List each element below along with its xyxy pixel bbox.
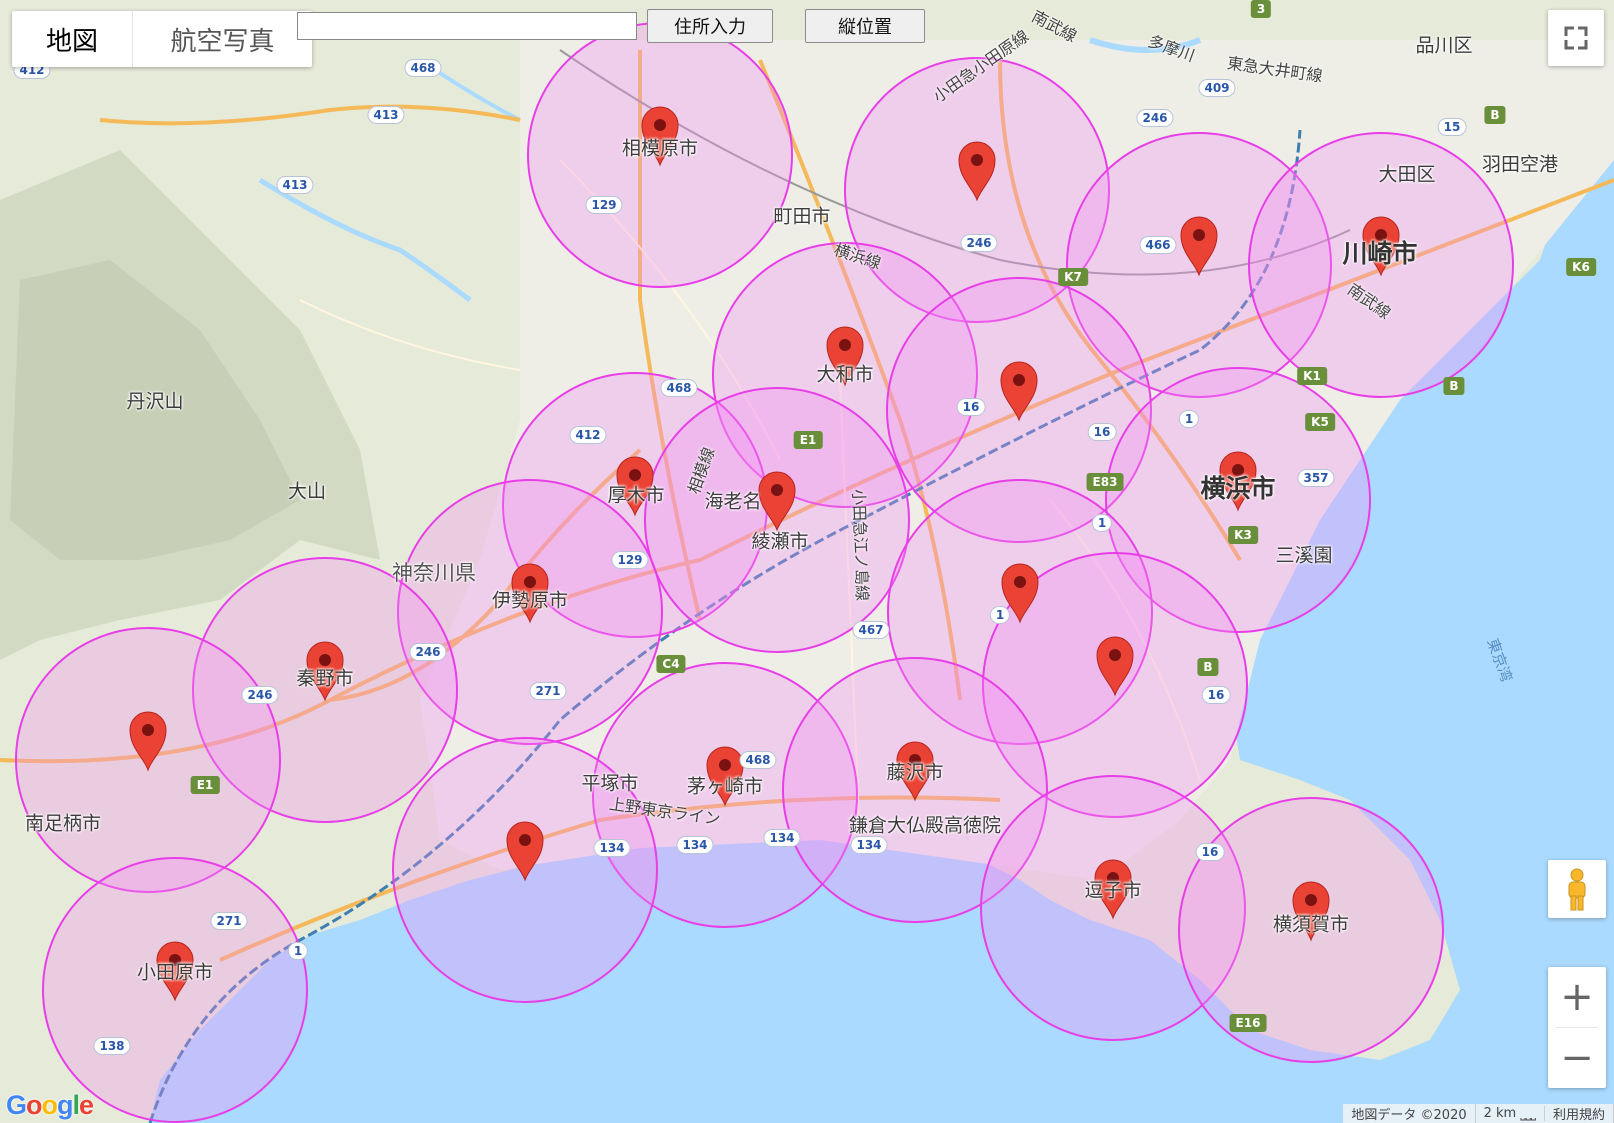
place-label: 丹沢山 [126,390,184,413]
place-label: 川崎市 [1342,239,1418,268]
road-shield: C4 [656,655,686,673]
road-shield: 1 [1091,514,1113,532]
road-shield: K1 [1297,367,1327,385]
map-canvas[interactable] [0,0,1614,1123]
road-shield: B [1484,106,1506,124]
road-shield: E1 [793,431,823,449]
address-input-button[interactable]: 住所入力 [647,9,773,43]
road-shield: 134 [850,836,888,854]
place-label: 茅ヶ崎市 [686,775,764,798]
road-shield: 467 [852,621,890,639]
pegman-icon [1568,868,1586,911]
road-shield: K5 [1305,413,1335,431]
fullscreen-icon [1564,26,1588,50]
place-label: 海老名 [704,490,762,513]
place-label: 大田区 [1378,163,1436,186]
railway-label: 小田急江ノ島線 [849,488,872,602]
road-shield: K7 [1058,268,1088,286]
road-shield: 1 [1178,410,1200,428]
road-shield: K6 [1566,258,1596,276]
place-label: 相模原市 [621,137,699,160]
road-shield: 246 [241,686,279,704]
road-shield: 412 [569,426,607,444]
road-shield: 16 [1201,686,1231,704]
road-shield: E1 [190,776,220,794]
road-shield: 15 [1437,118,1467,136]
place-label: 南足柄市 [24,812,102,835]
place-label: 大山 [287,480,327,503]
road-shield: 466 [1139,236,1177,254]
road-shield: K3 [1228,526,1258,544]
place-label: 綾瀬市 [751,530,809,553]
place-label: 町田市 [773,205,831,228]
place-label: 横須賀市 [1272,913,1350,936]
google-logo: Google [6,1090,94,1120]
place-label: 鎌倉大仏殿高徳院 [848,814,1002,837]
satellite-button[interactable]: 航空写真 [133,11,312,67]
road-shield: 468 [660,379,698,397]
terms-link[interactable]: 利用規約 [1545,1104,1614,1123]
road-shield: 134 [593,839,631,857]
road-shield: E16 [1229,1014,1267,1032]
road-shield: 1 [287,942,309,960]
road-shield: 246 [409,643,447,661]
road-shield: 357 [1297,469,1335,487]
map-data-credit: 地図データ ©2020 [1343,1104,1476,1123]
place-label: 逗子市 [1084,879,1142,902]
road-shield: B [1197,658,1219,676]
address-input[interactable] [297,12,637,40]
road-shield: 468 [739,751,777,769]
road-shield: 134 [676,836,714,854]
place-label: 羽田空港 [1481,153,1559,176]
road-shield: 129 [611,551,649,569]
place-label: 伊勢原市 [491,589,569,612]
road-shield: 271 [210,912,248,930]
road-shield: 468 [404,59,442,77]
road-shield: 246 [960,234,998,252]
road-shield: 246 [1136,109,1174,127]
place-label: 秦野市 [296,667,354,690]
zoom-out-button[interactable]: − [1548,1028,1606,1088]
road-shield: 413 [367,106,405,124]
road-shield: 1 [989,606,1011,624]
place-label: 横浜市 [1200,474,1276,503]
place-label: 小田原市 [136,961,214,984]
place-label: 厚木市 [607,484,665,507]
place-label: 三溪園 [1275,544,1333,567]
road-shield: 271 [529,682,567,700]
map-type-control: 地図 航空写真 [12,11,312,67]
road-shield: 16 [1195,843,1225,861]
place-label: 藤沢市 [886,761,944,784]
road-shield: 129 [585,196,623,214]
street-view-pegman[interactable] [1548,860,1606,918]
road-shield: 3 [1250,0,1272,18]
zoom-in-button[interactable]: + [1548,967,1606,1027]
place-label: 神奈川県 [392,561,476,585]
road-shield: 138 [93,1037,131,1055]
place-label: 品川区 [1415,34,1473,57]
vertical-layout-button[interactable]: 縦位置 [805,9,925,43]
road-shield: B [1443,377,1465,395]
road-shield: 134 [763,829,801,847]
zoom-control: + − [1548,967,1606,1088]
fullscreen-button[interactable] [1548,10,1604,66]
road-shield: 16 [1087,423,1117,441]
road-shield: E83 [1086,473,1124,491]
road-shield: 409 [1198,79,1236,97]
place-label: 大和市 [816,363,874,386]
attribution-bar: 地図データ ©2020 2 km ⎵⎵⎵ 利用規約 [1343,1104,1614,1123]
scale-label[interactable]: 2 km ⎵⎵⎵ [1476,1106,1545,1121]
road-shield: 413 [276,176,314,194]
road-shield: 16 [956,398,986,416]
map-button[interactable]: 地図 [12,11,133,67]
